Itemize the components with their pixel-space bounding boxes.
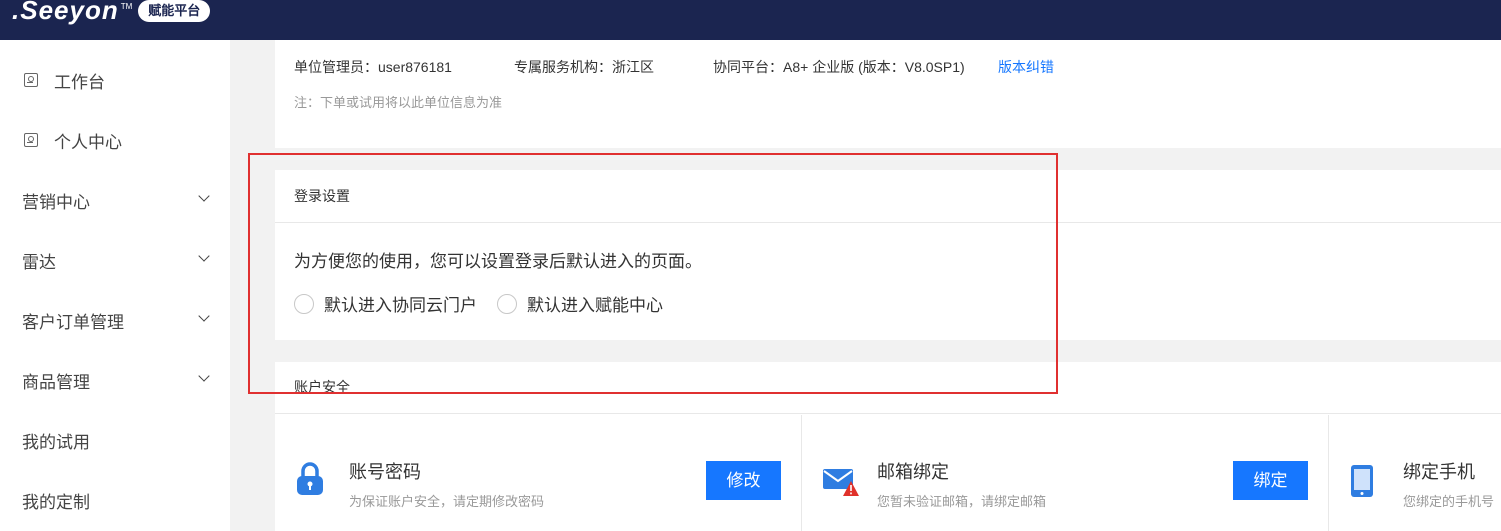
sidebar: 工作台 个人中心 营销中心 雷达 客户订单管理 商品管理 我的试用 我的定制 (0, 40, 230, 531)
phone-title: 绑定手机 (1403, 462, 1475, 482)
sidebar-item-marketing[interactable]: 营销中心 (0, 170, 230, 230)
default-page-radio-group: 默认进入协同云门户 默认进入赋能中心 (294, 291, 683, 316)
radio-circle[interactable] (497, 293, 517, 314)
login-settings-card: 登录设置 为方便您的使用，您可以设置登录后默认进入的页面。 默认进入协同云门户 … (275, 170, 1501, 340)
user-card-icon (24, 133, 38, 147)
platform-version: 协同平台：A8+ 企业版 (版本：V8.0SP1) (713, 59, 965, 75)
email-title: 邮箱绑定 (877, 462, 949, 482)
sidebar-item-label: 我的试用 (22, 432, 90, 452)
sidebar-item-label: 雷达 (22, 252, 56, 272)
password-panel: 账号密码 为保证账户安全，请定期修改密码 修改 (275, 415, 801, 531)
user-card-icon (24, 73, 38, 87)
logo-trademark: TM (120, 2, 133, 11)
radio-label: 默认进入协同云门户 (324, 296, 477, 315)
unit-admin: 单位管理员：user876181 (294, 59, 452, 75)
sidebar-item-my-trials[interactable]: 我的试用 (0, 410, 230, 470)
account-security-title: 账户安全 (275, 362, 1501, 414)
chevron-down-icon (198, 370, 210, 382)
logo-text: .Seeyon (12, 0, 119, 25)
chevron-down-icon (198, 250, 210, 262)
mobile-phone-icon (1351, 465, 1373, 497)
chevron-down-icon (198, 310, 210, 322)
seeyon-logo[interactable]: .Seeyon TM 赋能平台 (12, 0, 211, 40)
account-security-card: 账户安全 账号密码 为保证账户安全，请定期修改密码 修改 邮箱绑定 您暂未验证邮… (275, 362, 1501, 531)
radio-circle[interactable] (294, 293, 314, 314)
login-settings-title: 登录设置 (275, 170, 1501, 223)
login-settings-description: 为方便您的使用，您可以设置登录后默认进入的页面。 (294, 252, 702, 271)
platform-badge: 赋能平台 (138, 0, 211, 22)
version-correct-link[interactable]: 版本纠错 (998, 57, 1054, 77)
sidebar-item-label: 商品管理 (22, 372, 90, 392)
sidebar-item-label: 工作台 (54, 72, 105, 92)
sidebar-item-label: 我的定制 (22, 492, 90, 512)
top-bar: .Seeyon TM 赋能平台 (0, 0, 1501, 40)
sidebar-item-radar[interactable]: 雷达 (0, 230, 230, 290)
phone-subtitle: 您绑定的手机号 (1403, 494, 1495, 509)
phone-panel: 绑定手机 您绑定的手机号 (1329, 415, 1501, 531)
sidebar-item-workbench[interactable]: 工作台 (0, 50, 230, 110)
radio-label: 默认进入赋能中心 (527, 296, 663, 315)
sidebar-item-label: 营销中心 (22, 192, 90, 212)
sidebar-item-label: 客户订单管理 (22, 312, 124, 332)
sidebar-item-orders[interactable]: 客户订单管理 (0, 290, 230, 350)
password-subtitle: 为保证账户安全，请定期修改密码 (349, 494, 545, 509)
modify-password-button[interactable]: 修改 (706, 461, 781, 500)
mail-warning-icon (823, 469, 859, 496)
email-subtitle: 您暂未验证邮箱，请绑定邮箱 (877, 494, 1047, 509)
radio-collab-portal[interactable]: 默认进入协同云门户 (294, 291, 477, 316)
sidebar-item-label: 个人中心 (54, 132, 122, 152)
sidebar-item-personal-center[interactable]: 个人中心 (0, 110, 230, 170)
sidebar-item-products[interactable]: 商品管理 (0, 350, 230, 410)
unit-info-card: 单位管理员：user876181 专属服务机构：浙江区 协同平台：A8+ 企业版… (275, 40, 1501, 148)
chevron-down-icon (198, 190, 210, 202)
lock-icon (297, 462, 323, 495)
service-org: 专属服务机构：浙江区 (514, 59, 654, 75)
radio-enablement-center[interactable]: 默认进入赋能中心 (497, 291, 663, 316)
bind-email-button[interactable]: 绑定 (1233, 461, 1308, 500)
password-title: 账号密码 (349, 462, 421, 482)
unit-info-note: 注：下单或试用将以此单位信息为准 (294, 95, 503, 110)
email-panel: 邮箱绑定 您暂未验证邮箱，请绑定邮箱 绑定 (802, 415, 1328, 531)
sidebar-item-my-customizations[interactable]: 我的定制 (0, 470, 230, 530)
